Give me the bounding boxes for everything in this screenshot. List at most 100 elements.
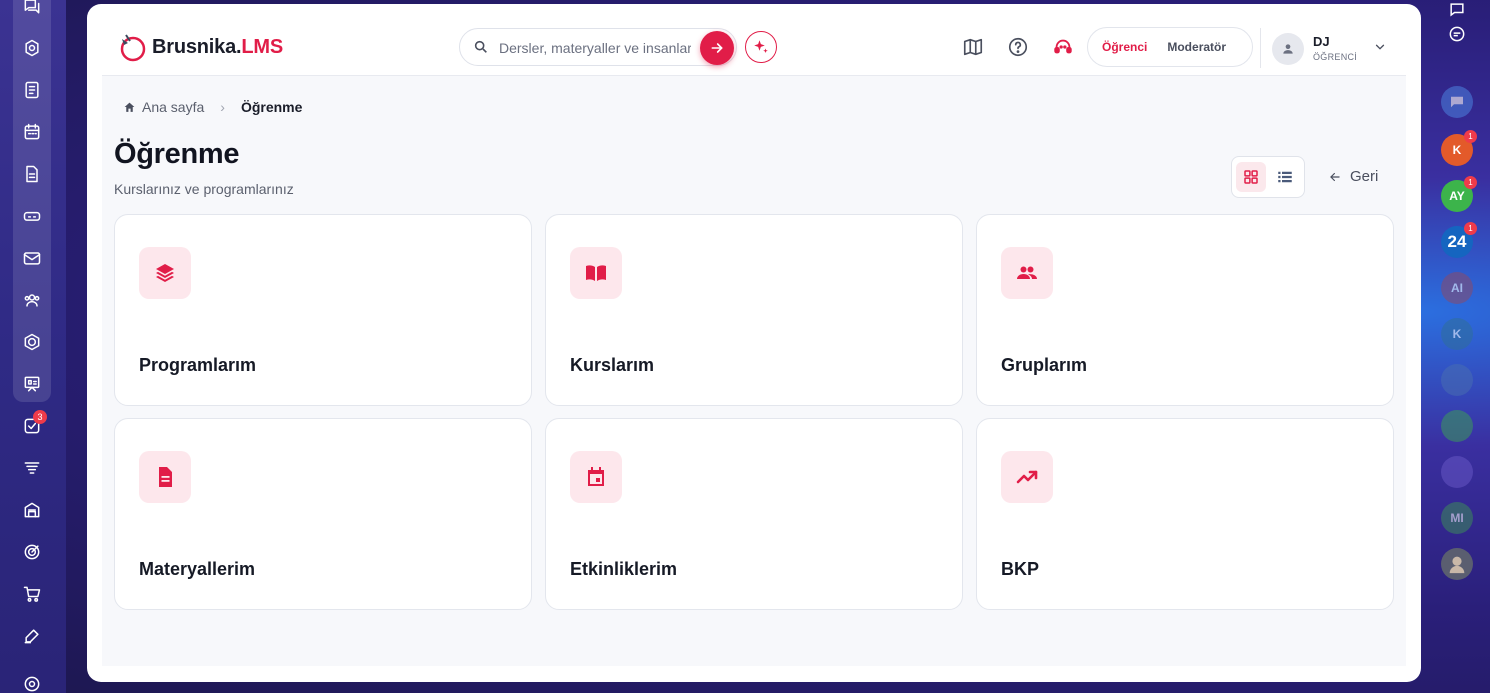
- list-icon: [1278, 171, 1292, 183]
- left-sidebar: 3: [0, 0, 66, 693]
- compass-icon[interactable]: [20, 36, 44, 60]
- calendar-icon[interactable]: [20, 120, 44, 144]
- breadcrumb-home-label: Ana sayfa: [142, 99, 205, 115]
- breadcrumb-current: Öğrenme: [240, 99, 303, 115]
- app-name-main: Brusnika.: [152, 35, 242, 58]
- tile-courses[interactable]: Kurslarım: [545, 214, 963, 406]
- page-subtitle: Kurslarınız ve programlarınız: [114, 181, 294, 197]
- role-switch: Öğrenci Moderatör: [1087, 27, 1253, 67]
- support-chat-icon[interactable]: [1441, 18, 1473, 50]
- page-title: Öğrenme: [114, 138, 240, 170]
- tile-events[interactable]: Etkinliklerim: [545, 418, 963, 610]
- document-icon[interactable]: [20, 162, 44, 186]
- search-icon: [474, 40, 487, 53]
- trending-up-icon: [1001, 451, 1053, 503]
- sparkle-icon: [754, 40, 768, 53]
- document-icon: [139, 451, 191, 503]
- contact-avatar[interactable]: AI: [1441, 272, 1473, 304]
- contact-avatar[interactable]: AY 1: [1441, 176, 1477, 212]
- notes-icon[interactable]: [20, 78, 44, 102]
- back-label: Geri: [1350, 168, 1379, 185]
- contact-initials: 24: [1447, 232, 1467, 251]
- contact-initials: K: [1452, 143, 1462, 157]
- logo-icon: [116, 31, 148, 63]
- mail-icon[interactable]: [20, 246, 44, 270]
- channel-avatar[interactable]: [1441, 410, 1473, 442]
- book-icon: [570, 247, 622, 299]
- breadcrumb-separator: ›: [220, 99, 225, 115]
- chevron-down-icon: [1375, 44, 1385, 50]
- content-area: Ana sayfa › Öğrenme Öğrenme Kurslarınız …: [102, 76, 1406, 666]
- unread-badge: 1: [1464, 130, 1477, 143]
- ai-assistant-button[interactable]: [745, 31, 777, 63]
- tile-programs[interactable]: Programlarım: [114, 214, 532, 406]
- contact-initials: AI: [1451, 281, 1463, 295]
- tile-label: Programlarım: [139, 355, 257, 375]
- tile-label: Materyallerim: [139, 559, 256, 579]
- search-input[interactable]: [499, 37, 691, 59]
- help-icon[interactable]: [1006, 35, 1030, 59]
- channel-avatar[interactable]: [1441, 456, 1473, 488]
- grid-view-button[interactable]: [1236, 162, 1266, 192]
- vr-headset-icon[interactable]: [20, 204, 44, 228]
- contact-avatar[interactable]: MI: [1441, 502, 1473, 534]
- badge-icon[interactable]: [20, 330, 44, 354]
- tile-materials[interactable]: Materyallerim: [114, 418, 532, 610]
- tile-groups[interactable]: Gruplarım: [976, 214, 1394, 406]
- settings-icon[interactable]: [20, 672, 44, 693]
- search-bar: [459, 28, 737, 66]
- contact-initials: K: [1452, 327, 1462, 341]
- breadcrumb-home[interactable]: Ana sayfa: [123, 99, 204, 115]
- channel-avatar[interactable]: [1441, 364, 1473, 396]
- target-icon[interactable]: [20, 540, 44, 564]
- app-name-accent: LMS: [241, 35, 283, 58]
- logo[interactable]: Brusnika.LMS: [116, 31, 283, 63]
- calendar-icon: [570, 451, 622, 503]
- user-role: ÖĞRENCİ: [1313, 52, 1358, 62]
- user-icon: [1283, 44, 1293, 54]
- pen-icon[interactable]: [20, 624, 44, 648]
- breadcrumb: Ana sayfa › Öğrenme: [123, 99, 302, 115]
- cart-icon[interactable]: [20, 582, 44, 606]
- user-initials: DJ: [1313, 34, 1330, 49]
- avatar: [1272, 33, 1304, 65]
- contact-avatar[interactable]: K1: [1441, 130, 1477, 166]
- tile-label: BKP: [1001, 559, 1040, 579]
- unread-badge: 1: [1464, 176, 1477, 189]
- profile-photo-avatar[interactable]: [1441, 548, 1473, 580]
- role-student-tab[interactable]: Öğrenci: [1092, 40, 1157, 54]
- tile-bkp[interactable]: BKP: [976, 418, 1394, 610]
- support-agent-icon[interactable]: [1051, 35, 1075, 59]
- building-icon[interactable]: [20, 498, 44, 522]
- home-icon: [124, 102, 135, 112]
- view-toggle: [1231, 156, 1305, 198]
- arrow-left-icon: [1330, 172, 1340, 181]
- grid-icon: [1244, 170, 1258, 184]
- funnel-icon[interactable]: [20, 456, 44, 480]
- users-icon[interactable]: [20, 288, 44, 312]
- group-icon: [1001, 247, 1053, 299]
- chat-icon[interactable]: [20, 0, 44, 18]
- tile-label: Gruplarım: [1001, 355, 1088, 375]
- arrow-right-icon: [711, 43, 723, 53]
- role-moderator-tab[interactable]: Moderatör: [1157, 40, 1236, 54]
- tile-label: Etkinliklerim: [570, 559, 678, 579]
- main-window: Brusnika.LMS Öğrenci Moderatör: [87, 4, 1421, 682]
- list-view-button[interactable]: [1270, 162, 1300, 192]
- contact-avatar[interactable]: 24 1: [1441, 222, 1477, 258]
- user-menu[interactable]: DJ ÖĞRENCİ: [1260, 28, 1390, 68]
- top-header: Brusnika.LMS Öğrenci Moderatör: [102, 4, 1406, 76]
- layers-icon: [139, 247, 191, 299]
- tile-label: Kurslarım: [570, 355, 655, 375]
- tasks-badge: 3: [33, 410, 47, 424]
- right-sidebar: K1 AY 1 24 1 AI K MI: [1421, 0, 1490, 693]
- presentation-icon[interactable]: [20, 372, 44, 396]
- map-icon[interactable]: [961, 35, 985, 59]
- app-name: Brusnika.LMS: [152, 36, 283, 59]
- back-button[interactable]: Geri: [1328, 168, 1378, 185]
- contact-initials: MI: [1450, 511, 1464, 525]
- search-submit-button[interactable]: [700, 31, 734, 65]
- contact-avatar[interactable]: K: [1441, 318, 1473, 350]
- contact-initials: AY: [1449, 189, 1465, 203]
- channel-avatar[interactable]: [1441, 86, 1473, 118]
